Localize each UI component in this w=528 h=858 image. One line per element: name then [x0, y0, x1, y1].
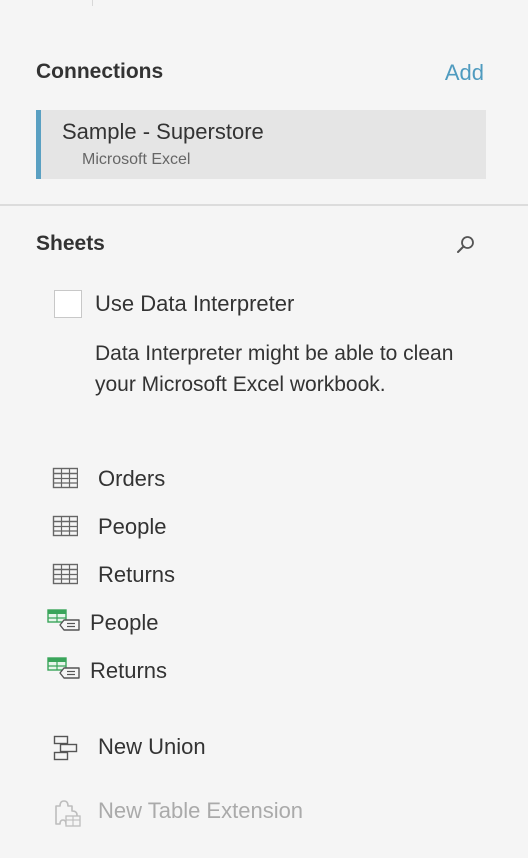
table-icon	[50, 466, 79, 495]
new-table-extension-label: New Table Extension	[98, 798, 304, 823]
union-icon	[50, 734, 80, 767]
new-union-button[interactable]: New Union	[50, 730, 490, 766]
sheet-item-orders[interactable]: Orders	[50, 462, 490, 498]
sheet-item-label: People	[90, 610, 159, 635]
data-interpreter-description: Data Interpreter might be able to clean …	[95, 342, 454, 396]
search-sheets-icon[interactable]	[455, 234, 477, 256]
connection-item[interactable]: Sample - Superstore Microsoft Excel	[36, 110, 486, 179]
named-range-icon	[46, 608, 82, 639]
sheet-item-label: Returns	[98, 562, 176, 587]
table-icon	[50, 562, 79, 591]
sheet-item-people[interactable]: People	[50, 510, 490, 546]
add-connection-link[interactable]: Add	[445, 60, 484, 86]
sheets-title: Sheets	[36, 232, 105, 255]
new-table-extension-button: New Table Extension	[50, 794, 490, 830]
new-union-label: New Union	[98, 734, 206, 759]
sheet-item-label: People	[98, 514, 167, 539]
named-range-icon	[46, 656, 82, 687]
table-extension-icon	[50, 798, 84, 833]
data-interpreter-label[interactable]: Use Data Interpreter	[95, 291, 294, 317]
sheet-item-returns[interactable]: Returns	[50, 558, 490, 594]
panel-top-stub	[92, 0, 93, 6]
connections-title: Connections	[36, 60, 164, 83]
sheet-item-label: Returns	[90, 658, 168, 683]
data-interpreter-checkbox[interactable]	[54, 290, 82, 318]
sheet-item-returns-named-range[interactable]: Returns	[46, 654, 486, 690]
sheet-item-people-named-range[interactable]: People	[46, 606, 486, 642]
sheet-item-label: Orders	[98, 466, 166, 491]
connection-type: Microsoft Excel	[82, 151, 191, 168]
section-divider	[0, 204, 528, 206]
connection-name: Sample - Superstore	[62, 119, 264, 144]
table-icon	[50, 514, 79, 543]
